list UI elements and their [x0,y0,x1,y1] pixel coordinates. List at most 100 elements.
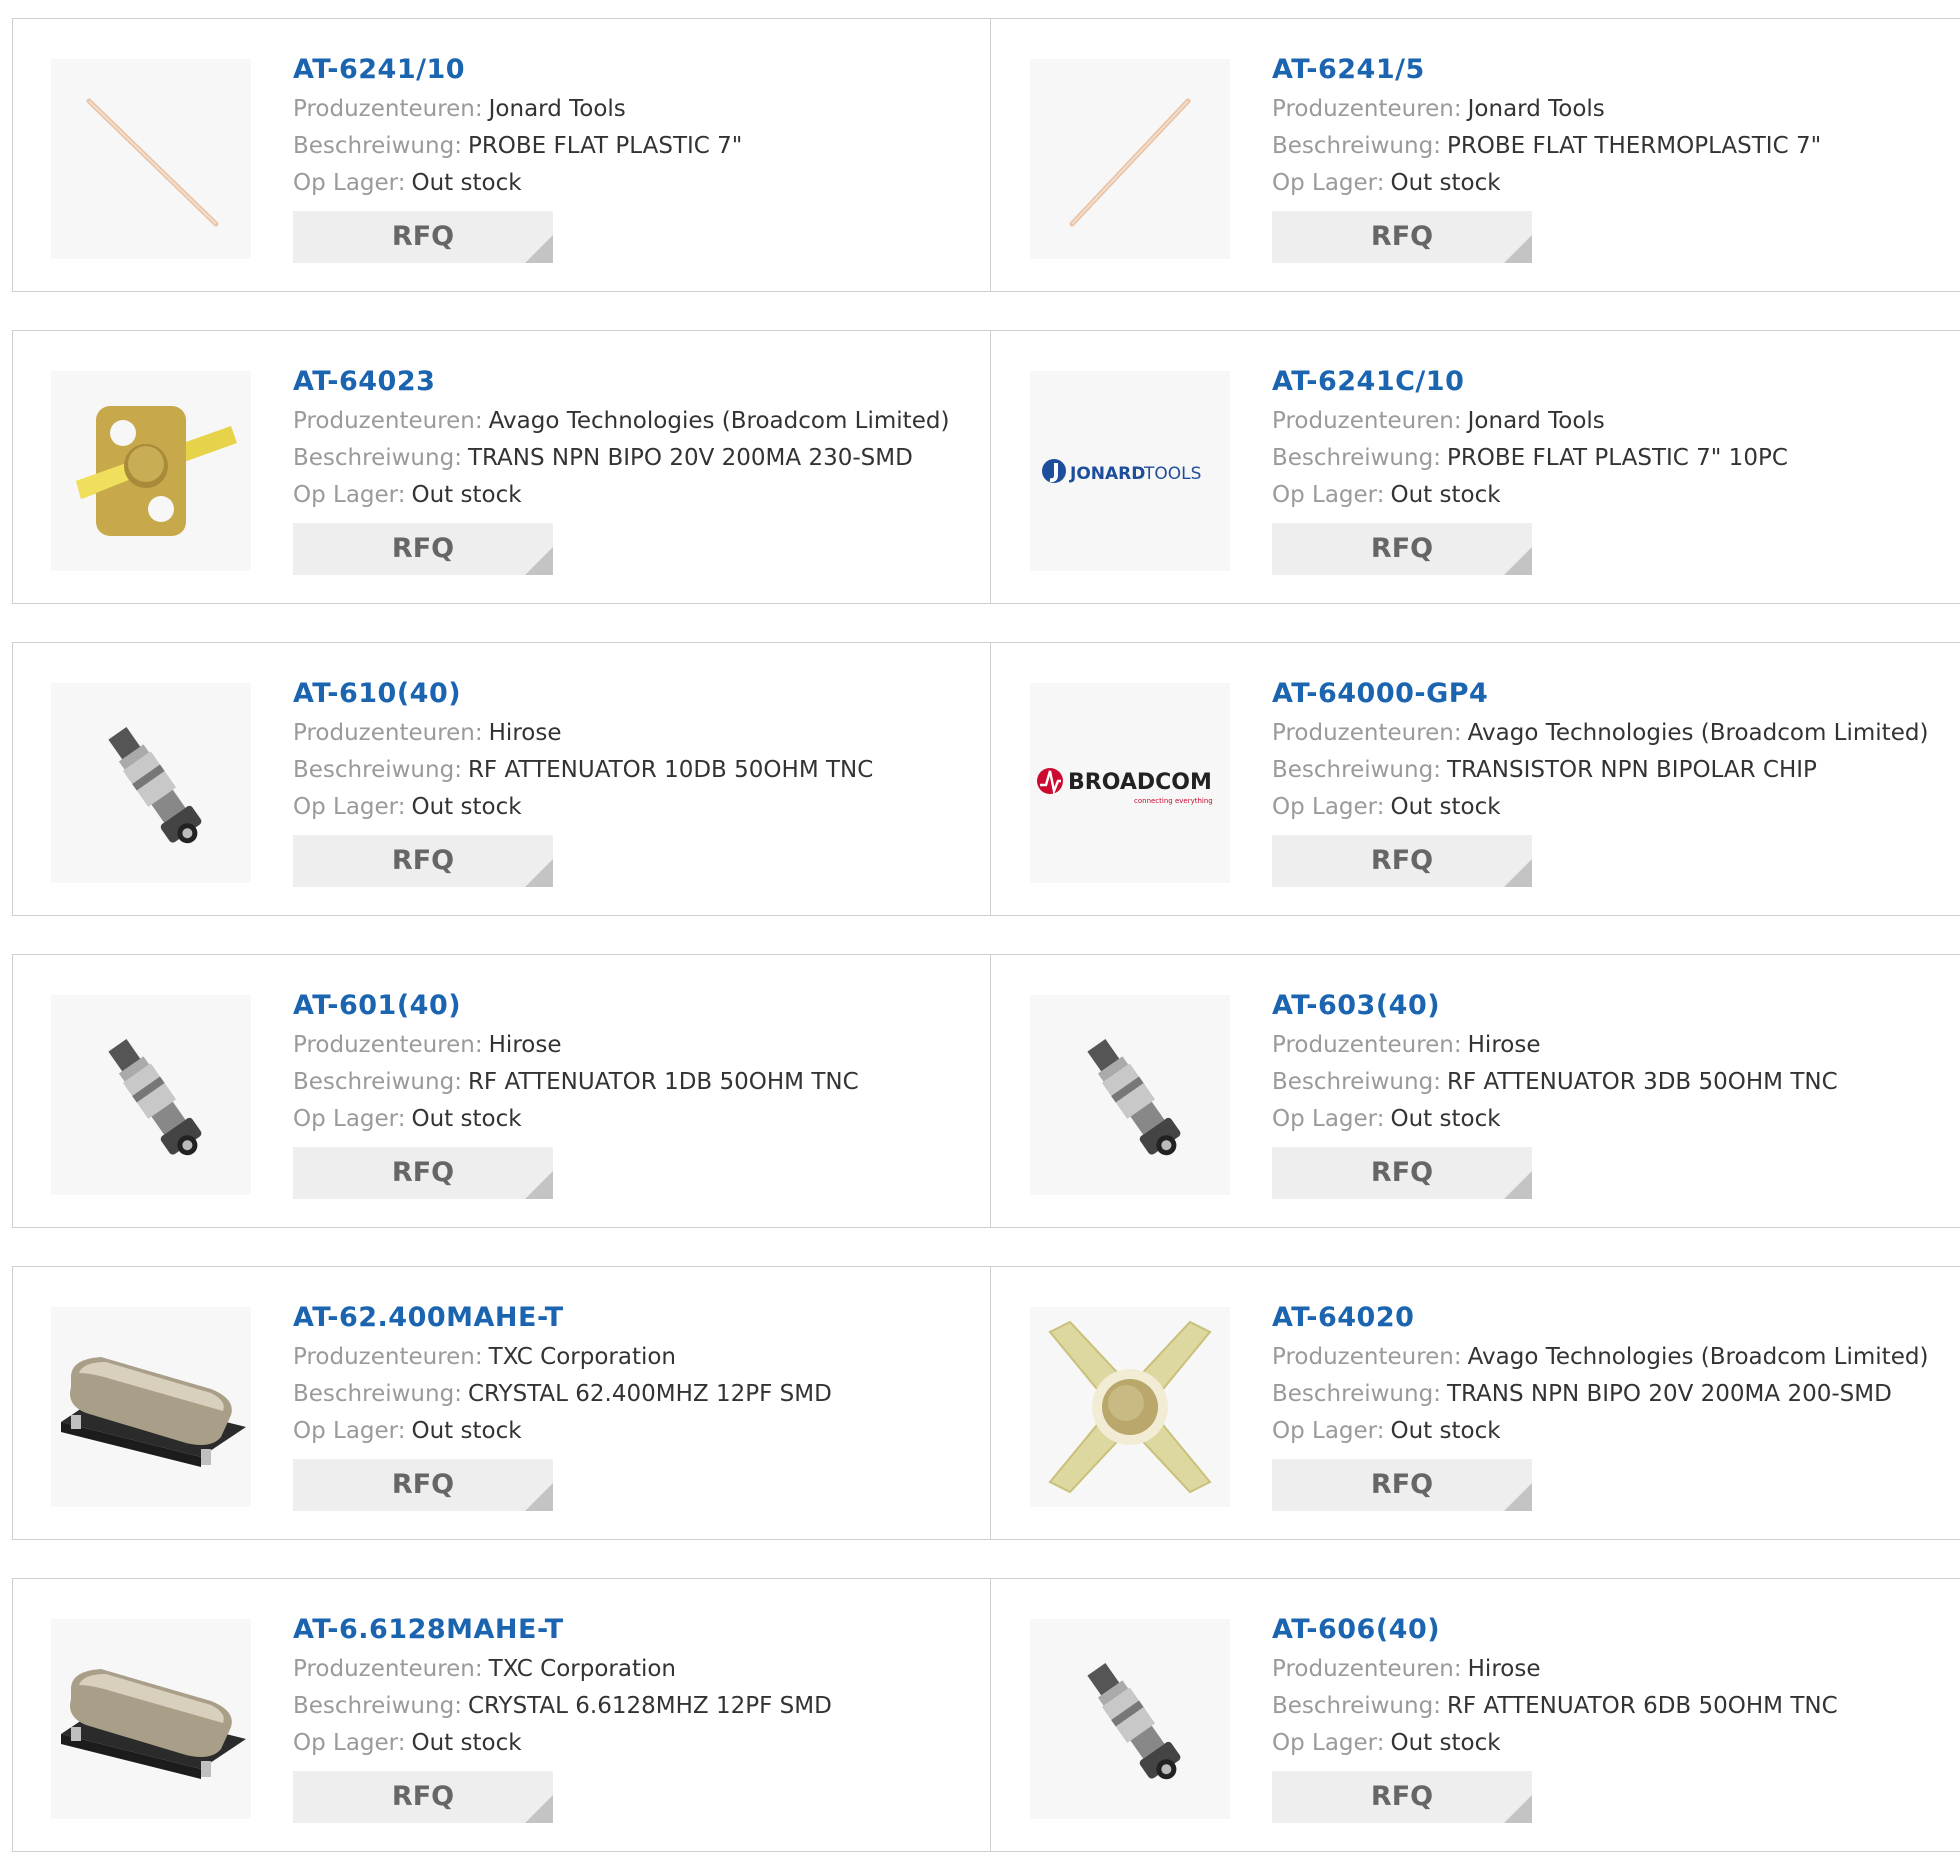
rf-attenuator-image[interactable] [51,995,251,1195]
manufacturer-label: Produzenteuren: [293,96,483,122]
description-field: Beschreiwung: TRANSISTOR NPN BIPOLAR CHIP [1272,752,1958,789]
broadcom-logo[interactable]: BROADCOM connecting everything [1030,683,1230,883]
manufacturer-value: Avago Technologies (Broadcom Limited) [1467,1344,1929,1370]
probe-image[interactable] [1030,59,1230,259]
rfq-label: RFQ [1370,1781,1434,1812]
manufacturer-label: Produzenteuren: [293,1344,483,1370]
jonard-tools-logo[interactable]: JONARD TOOLS [1030,371,1230,571]
part-number-link[interactable]: AT-64020 [1272,1297,1958,1339]
product-card: AT-606(40) Produzenteuren: Hirose Beschreiw… [990,1579,1960,1851]
cross-transistor-image[interactable] [1030,1307,1230,1507]
manufacturer-value: Avago Technologies (Broadcom Limited) [1467,720,1929,746]
part-number-link[interactable]: AT-6241/10 [293,49,980,91]
stock-value: Out stock [411,170,522,196]
stock-label: Op Lager: [293,794,406,820]
description-field: Beschreiwung: PROBE FLAT PLASTIC 7" [293,128,980,165]
stock-field: Op Lager: Out stock [1272,789,1958,826]
product-info: AT-6241/5 Produzenteuren: Jonard Tools Besc… [1272,49,1958,263]
product-row: AT-610(40) Produzenteuren: Hirose Beschreiw… [12,642,1960,916]
part-number-link[interactable]: AT-606(40) [1272,1609,1958,1651]
rfq-button[interactable]: RFQ [1272,211,1532,263]
part-number-link[interactable]: AT-6.6128MAHE-T [293,1609,980,1651]
rf-attenuator-image[interactable] [1030,995,1230,1195]
part-number-link[interactable]: AT-601(40) [293,985,980,1027]
product-card: AT-610(40) Produzenteuren: Hirose Beschreiw… [12,643,990,915]
product-row: AT-6.6128MAHE-T Produzenteuren: TXC Corpor… [12,1578,1960,1852]
rfq-button[interactable]: RFQ [293,1147,553,1199]
rf-attenuator-image[interactable] [1030,1619,1230,1819]
rfq-button[interactable]: RFQ [1272,835,1532,887]
rfq-button[interactable]: RFQ [293,211,553,263]
crystal-image[interactable] [51,1307,251,1507]
part-number-link[interactable]: AT-603(40) [1272,985,1958,1027]
stock-field: Op Lager: Out stock [1272,1101,1958,1138]
manufacturer-value: Avago Technologies (Broadcom Limited) [488,408,950,434]
rf-attenuator-image[interactable] [51,683,251,883]
probe-image[interactable] [51,59,251,259]
description-label: Beschreiwung: [293,1069,462,1095]
smd-transistor-image[interactable] [51,371,251,571]
part-number-link[interactable]: AT-64023 [293,361,980,403]
product-card: JONARD TOOLS AT-6241C/10 Produzenteuren: Jon… [990,331,1960,603]
rfq-button[interactable]: RFQ [293,835,553,887]
part-number-link[interactable]: AT-6241/5 [1272,49,1958,91]
stock-field: Op Lager: Out stock [293,789,980,826]
stock-value: Out stock [411,1418,522,1444]
stock-value: Out stock [411,482,522,508]
stock-value: Out stock [411,1106,522,1132]
part-number-link[interactable]: AT-610(40) [293,673,980,715]
svg-text:BROADCOM: BROADCOM [1068,770,1212,795]
stock-label: Op Lager: [1272,1730,1385,1756]
rfq-button[interactable]: RFQ [1272,1147,1532,1199]
product-card: AT-603(40) Produzenteuren: Hirose Beschreiw… [990,955,1960,1227]
stock-label: Op Lager: [1272,1418,1385,1444]
manufacturer-value: Hirose [1467,1656,1541,1682]
rfq-label: RFQ [1370,221,1434,252]
part-number-link[interactable]: AT-64000-GP4 [1272,673,1958,715]
rfq-label: RFQ [391,533,455,564]
manufacturer-value: Jonard Tools [1467,408,1605,434]
svg-text:TOOLS: TOOLS [1143,464,1201,484]
rfq-button[interactable]: RFQ [293,1459,553,1511]
corner-triangle-icon [1504,547,1532,575]
product-info: AT-64020 Produzenteuren: Avago Technologie… [1272,1297,1958,1511]
rfq-button[interactable]: RFQ [1272,523,1532,575]
product-card: AT-64020 Produzenteuren: Avago Technologie… [990,1267,1960,1539]
rfq-label: RFQ [391,1781,455,1812]
manufacturer-field: Produzenteuren: TXC Corporation [293,1339,980,1376]
stock-label: Op Lager: [293,170,406,196]
product-row: AT-64023 Produzenteuren: Avago Technologie… [12,330,1960,604]
description-value: PROBE FLAT PLASTIC 7" [467,133,743,159]
rfq-button[interactable]: RFQ [1272,1459,1532,1511]
description-field: Beschreiwung: RF ATTENUATOR 10DB 50OHM TN… [293,752,980,789]
rfq-label: RFQ [391,221,455,252]
rfq-button[interactable]: RFQ [293,1771,553,1823]
rfq-button[interactable]: RFQ [293,523,553,575]
manufacturer-label: Produzenteuren: [1272,720,1462,746]
description-value: CRYSTAL 6.6128MHZ 12PF SMD [467,1693,832,1719]
product-info: AT-62.400MAHE-T Produzenteuren: TXC Corpor… [293,1297,980,1511]
product-info: AT-6.6128MAHE-T Produzenteuren: TXC Corpor… [293,1609,980,1823]
description-value: RF ATTENUATOR 10DB 50OHM TNC [467,757,874,783]
product-info: AT-6241/10 Produzenteuren: Jonard Tools Bes… [293,49,980,263]
part-number-link[interactable]: AT-6241C/10 [1272,361,1958,403]
stock-value: Out stock [1390,170,1501,196]
description-value: RF ATTENUATOR 1DB 50OHM TNC [467,1069,859,1095]
description-field: Beschreiwung: PROBE FLAT THERMOPLASTIC 7" [1272,128,1958,165]
manufacturer-value: Jonard Tools [488,96,626,122]
rfq-label: RFQ [1370,845,1434,876]
stock-value: Out stock [1390,1730,1501,1756]
product-info: AT-610(40) Produzenteuren: Hirose Beschreiw… [293,673,980,887]
product-row: AT-6241/10 Produzenteuren: Jonard Tools Bes… [12,18,1960,292]
manufacturer-value: TXC Corporation [488,1656,677,1682]
description-value: PROBE FLAT THERMOPLASTIC 7" [1446,133,1822,159]
rfq-button[interactable]: RFQ [1272,1771,1532,1823]
crystal-image[interactable] [51,1619,251,1819]
part-number-link[interactable]: AT-62.400MAHE-T [293,1297,980,1339]
stock-label: Op Lager: [293,482,406,508]
manufacturer-value: Hirose [1467,1032,1541,1058]
manufacturer-field: Produzenteuren: TXC Corporation [293,1651,980,1688]
description-value: TRANSISTOR NPN BIPOLAR CHIP [1446,757,1817,783]
manufacturer-field: Produzenteuren: Hirose [1272,1027,1958,1064]
corner-triangle-icon [1504,1171,1532,1199]
